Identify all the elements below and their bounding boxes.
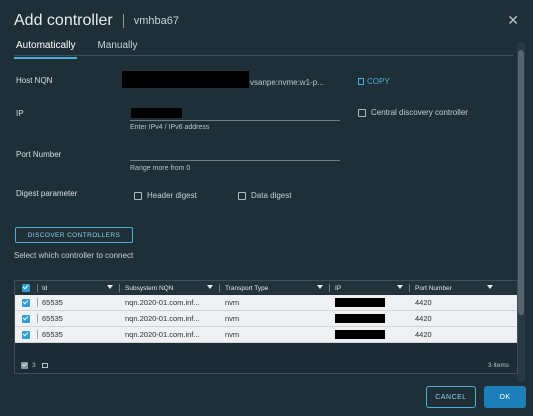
controllers-grid: Id Subsystem NQN Transport Type IP Port … (14, 280, 518, 374)
row-ip-redaction (335, 298, 385, 307)
row-port: 4420 (415, 298, 432, 307)
row-nqn: nqn.2020-01.com.inf... (125, 314, 200, 323)
row-checkbox[interactable] (22, 330, 30, 339)
discover-controllers-button[interactable]: DISCOVER CONTROLLERS (15, 227, 133, 243)
filter-icon[interactable] (487, 285, 493, 289)
table-row[interactable]: 65535 nqn.2020-01.com.inf... nvm 4420 (15, 295, 517, 311)
select-controller-text: Select which controller to connect (14, 251, 134, 260)
row-id: 65535 (42, 330, 63, 339)
row-ip-redaction (335, 330, 385, 339)
digest-parameter-label: Digest parameter (16, 189, 78, 198)
table-row[interactable]: 65535 nqn.2020-01.com.inf... nvm 4420 (15, 327, 517, 343)
select-all-cell (15, 281, 37, 295)
checkbox-box[interactable] (358, 108, 366, 117)
filter-icon[interactable] (317, 285, 323, 289)
scrollbar[interactable] (517, 42, 525, 382)
title-separator (122, 14, 124, 28)
row-checkbox[interactable] (22, 298, 30, 307)
row-ip-redaction (335, 314, 385, 323)
scrollbar-thumb[interactable] (518, 50, 524, 315)
close-icon[interactable]: ✕ (507, 12, 519, 29)
data-digest-label: Data digest (251, 191, 292, 200)
header-digest-checkbox[interactable]: Header digest (134, 191, 197, 200)
host-nqn-redaction (122, 71, 249, 88)
filter-icon[interactable] (397, 285, 403, 289)
host-nqn-label: Host NQN (16, 76, 53, 85)
ok-button[interactable]: OK (484, 386, 526, 408)
ip-hint: Enter IPv4 / IPv6 address (130, 124, 210, 131)
grid-footer: 3 3 items (15, 357, 517, 373)
ip-input[interactable] (130, 120, 340, 121)
dialog-header: Add controller vmhba67 ✕ (14, 10, 519, 32)
row-nqn: nqn.2020-01.com.inf... (125, 330, 200, 339)
column-toggle-icon[interactable] (41, 362, 48, 368)
header-digest-label: Header digest (147, 191, 197, 200)
row-transport: nvm (225, 330, 240, 339)
filter-icon[interactable] (207, 285, 213, 289)
data-digest-checkbox[interactable]: Data digest (238, 191, 291, 200)
tab-divider (14, 55, 513, 56)
row-nqn: nqn.2020-01.com.inf... (125, 298, 200, 307)
items-count: 3 items (488, 361, 509, 369)
column-header-ip[interactable]: IP (329, 281, 409, 295)
row-transport: nvm (225, 298, 240, 307)
port-hint: Range more from 0 (130, 165, 191, 172)
selected-count-icon (21, 361, 28, 369)
table-row[interactable]: 65535 nqn.2020-01.com.inf... nvm 4420 (15, 311, 517, 327)
column-header-port-number[interactable]: Port Number (409, 281, 499, 295)
add-controller-dialog: Add controller vmhba67 ✕ Automatically M… (0, 0, 533, 416)
row-transport: nvm (225, 314, 240, 323)
ip-label: IP (16, 109, 24, 118)
central-discovery-label: Central discovery controller (371, 108, 468, 117)
dialog-title: Add controller (14, 12, 113, 29)
checkbox-box[interactable] (238, 191, 246, 200)
column-header-id[interactable]: Id (37, 281, 119, 295)
selected-count: 3 (32, 361, 36, 369)
row-id: 65535 (42, 298, 63, 307)
copy-label: COPY (367, 77, 390, 86)
filter-icon[interactable] (107, 285, 113, 289)
port-number-label: Port Number (16, 150, 62, 159)
row-port: 4420 (415, 314, 432, 323)
select-all-checkbox[interactable] (22, 284, 30, 292)
central-discovery-checkbox[interactable]: Central discovery controller (358, 108, 468, 117)
copy-button[interactable]: COPY (358, 77, 390, 86)
grid-header: Id Subsystem NQN Transport Type IP Port … (15, 281, 517, 295)
host-nqn-value: vsanpe:nvme:w1-p... (250, 78, 324, 87)
row-id: 65535 (42, 314, 63, 323)
dialog-subtitle: vmhba67 (133, 15, 179, 27)
ip-field-redaction (131, 108, 182, 118)
cancel-button[interactable]: CANCEL (426, 386, 476, 408)
row-checkbox[interactable] (22, 314, 30, 323)
column-header-subsystem-nqn[interactable]: Subsystem NQN (119, 281, 219, 295)
row-port: 4420 (415, 330, 432, 339)
port-number-input[interactable] (130, 160, 340, 161)
checkbox-box[interactable] (134, 191, 142, 200)
copy-icon (358, 78, 364, 85)
column-header-transport-type[interactable]: Transport Type (219, 281, 329, 295)
